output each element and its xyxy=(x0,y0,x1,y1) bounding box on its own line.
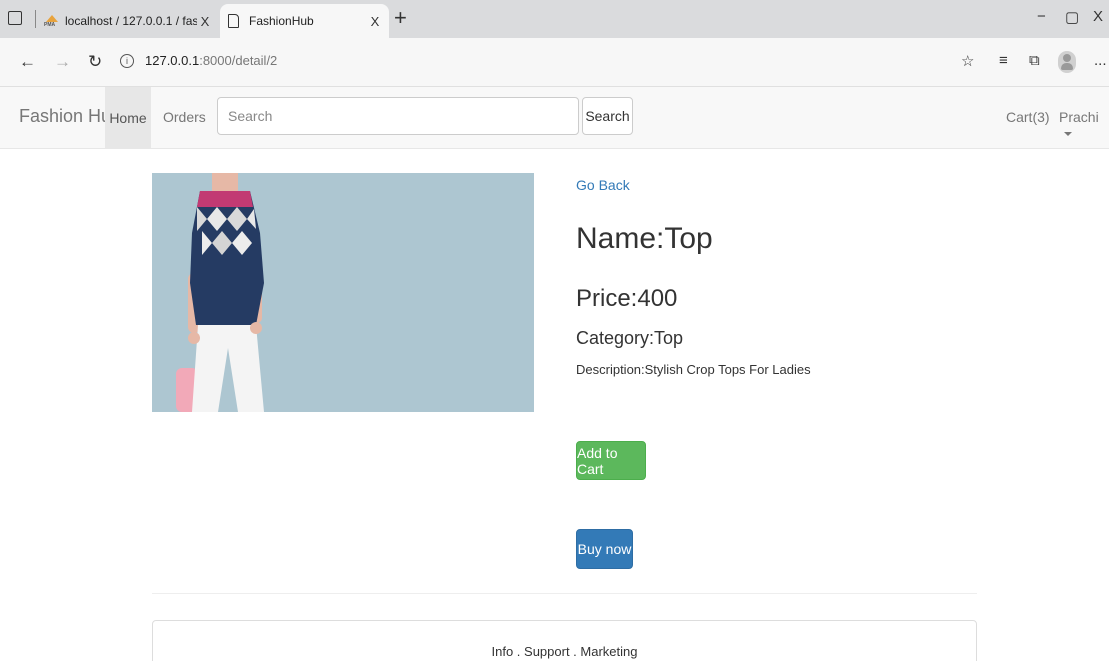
collections-icon[interactable]: ⧉ xyxy=(1029,52,1040,69)
address-bar: ← → ↻ i 127.0.0.1:8000/detail/2 ☆ ≡ ⧉ ..… xyxy=(0,38,1109,87)
add-to-cart-button[interactable]: Add to Cart xyxy=(576,441,646,480)
favorites-list-icon[interactable]: ≡ xyxy=(999,52,1008,69)
profile-avatar-icon[interactable] xyxy=(1058,51,1076,73)
back-arrow-icon[interactable]: ← xyxy=(19,52,36,72)
user-name: Prachi xyxy=(1059,109,1099,125)
product-photo xyxy=(176,173,264,412)
product-image xyxy=(152,173,534,412)
tab-title: FashionHub xyxy=(249,14,314,28)
url-field[interactable]: 127.0.0.1:8000/detail/2 xyxy=(145,53,277,68)
tab-separator xyxy=(35,10,36,28)
tab-actions-icon[interactable] xyxy=(8,11,22,25)
site-navbar: Fashion Hub Home Orders Search Cart(3) P… xyxy=(0,87,1109,149)
favorite-star-icon[interactable]: ☆ xyxy=(961,52,974,70)
search-button[interactable]: Search xyxy=(582,97,633,135)
product-category: Category:Top xyxy=(576,328,684,348)
user-dropdown[interactable]: Prachi xyxy=(1059,109,1109,141)
page-icon xyxy=(228,14,239,28)
refresh-icon[interactable]: ↻ xyxy=(88,52,102,72)
nav-orders-link[interactable]: Orders xyxy=(163,109,206,125)
buy-now-button[interactable]: Buy now xyxy=(576,529,633,569)
caret-down-icon xyxy=(1064,132,1072,137)
forward-arrow-icon[interactable]: → xyxy=(54,52,71,72)
tab-fashionhub[interactable]: FashionHub X xyxy=(220,4,389,38)
phpmyadmin-icon xyxy=(44,15,60,28)
tab-close-icon[interactable]: X xyxy=(197,14,213,29)
restore-icon[interactable]: ▢ xyxy=(1065,8,1079,26)
product-price: Price:400 xyxy=(576,285,678,312)
search-input[interactable] xyxy=(217,97,579,135)
footer-links: Info . Support . Marketing xyxy=(491,644,638,659)
site-info-icon[interactable]: i xyxy=(120,54,134,68)
tab-phpmyadmin[interactable]: localhost / 127.0.0.1 / fashionhub X xyxy=(44,4,219,38)
more-menu-icon[interactable]: ... xyxy=(1094,52,1107,69)
product-description: Description:Stylish Crop Tops For Ladies xyxy=(576,362,811,377)
browser-tab-bar: localhost / 127.0.0.1 / fashionhub X Fas… xyxy=(0,0,1109,38)
footer-panel: Info . Support . Marketing xyxy=(152,620,977,661)
tab-close-icon[interactable]: X xyxy=(367,14,383,29)
nav-home-link[interactable]: Home xyxy=(105,87,151,148)
nav-cart-link[interactable]: Cart(3) xyxy=(1006,109,1050,125)
minimize-icon[interactable]: − xyxy=(1037,8,1046,25)
tab-title: localhost / 127.0.0.1 / fashionhub xyxy=(65,14,197,28)
close-window-icon[interactable]: X xyxy=(1093,8,1103,25)
go-back-link[interactable]: Go Back xyxy=(576,177,630,193)
divider xyxy=(152,593,977,594)
new-tab-icon[interactable]: + xyxy=(394,5,407,31)
product-name: Name:Top xyxy=(576,222,713,255)
